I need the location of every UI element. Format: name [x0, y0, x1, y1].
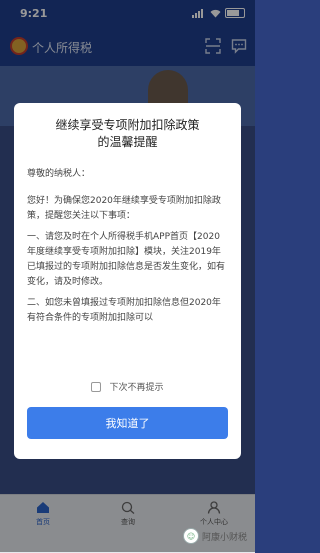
- watermark: ☺ 阿康小财税: [182, 528, 247, 544]
- wechat-logo-icon: ☺: [182, 528, 199, 544]
- dont-show-checkbox[interactable]: [91, 381, 102, 392]
- dont-show-label: 下次不再提示: [109, 383, 164, 393]
- dialog-body: 尊敬的纳税人： 您好！为确保您2020年继续享受专项附加扣除政策，提醒您关注以下…: [27, 167, 227, 363]
- dont-show-again[interactable]: 下次不再提示: [14, 380, 241, 393]
- para2-prefix: 一、请您及时在个人所得税手机APP首页: [27, 232, 189, 242]
- dialog-greeting: 尊敬的纳税人：: [27, 169, 91, 179]
- dialog-paragraph-1: 您好！为确保您2020年继续享受专项附加扣除政策，提醒您关注以下事项：: [27, 196, 221, 221]
- watermark-text: 阿康小财税: [201, 532, 247, 543]
- reminder-dialog: 继续享受专项附加扣除政策 的温馨提醒 尊敬的纳税人： 您好！为确保您2020年继…: [14, 103, 241, 459]
- dialog-title-line2: 的温馨提醒: [97, 135, 158, 149]
- dialog-paragraph-2: 一、请您及时在个人所得税手机APP首页【2020年度继续享受专项附加扣除】模块，…: [27, 230, 227, 290]
- dialog-title: 继续享受专项附加扣除政策 的温馨提醒: [14, 117, 241, 151]
- dialog-title-line1: 继续享受专项附加扣除政策: [55, 118, 200, 132]
- got-it-button[interactable]: 我知道了: [27, 407, 228, 439]
- dialog-paragraph-3: 二、如您未曾填报过专项附加扣除信息但2020年有符合条件的专项附加扣除可以: [27, 298, 221, 323]
